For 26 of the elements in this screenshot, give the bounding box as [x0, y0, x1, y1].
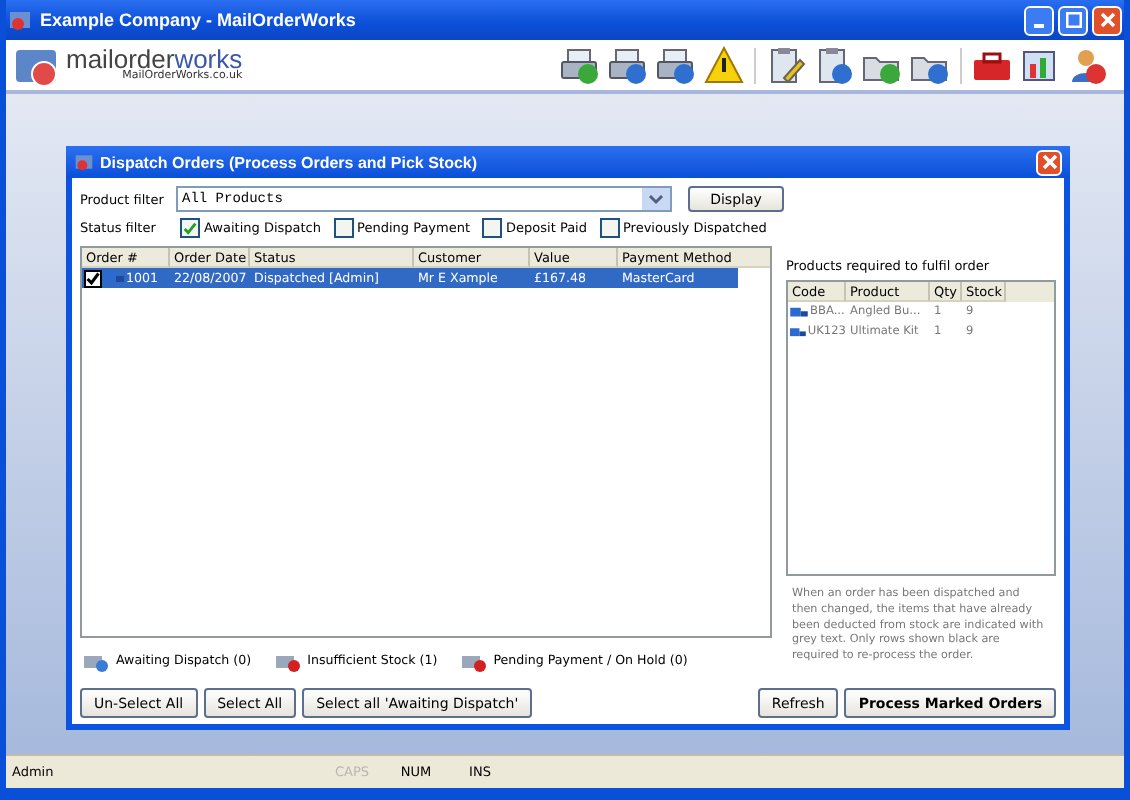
minimize-button[interactable] [1024, 5, 1054, 35]
close-button[interactable] [1092, 5, 1122, 35]
printer-status-icon [84, 650, 108, 672]
printer-icon[interactable] [560, 45, 600, 85]
app-icon [74, 152, 94, 172]
maximize-icon [1065, 12, 1081, 28]
checkmark-icon [182, 219, 198, 237]
row-checkbox[interactable] [84, 269, 102, 287]
printer-status-icon [461, 650, 486, 672]
clipboard-icon[interactable] [814, 45, 854, 85]
printer-status-icon [275, 650, 300, 672]
close-button[interactable] [1036, 149, 1062, 175]
maximize-button[interactable] [1058, 5, 1088, 35]
dropdown-arrow-icon[interactable] [642, 188, 670, 210]
warning-icon[interactable] [704, 45, 744, 85]
printer-icon[interactable] [608, 45, 648, 85]
close-icon [1041, 154, 1057, 170]
user-icon[interactable] [1068, 45, 1108, 85]
app-icon [8, 8, 32, 32]
window-title: Example Company - MailOrderWorks [40, 10, 356, 30]
dialog-title: Dispatch Orders (Process Orders and Pick Stock) [100, 153, 478, 171]
close-icon [1099, 12, 1115, 28]
clipboard-icon[interactable] [766, 45, 806, 85]
chart-icon[interactable] [1020, 45, 1060, 85]
checkmark-icon [86, 271, 100, 285]
printer-icon[interactable] [656, 45, 696, 85]
